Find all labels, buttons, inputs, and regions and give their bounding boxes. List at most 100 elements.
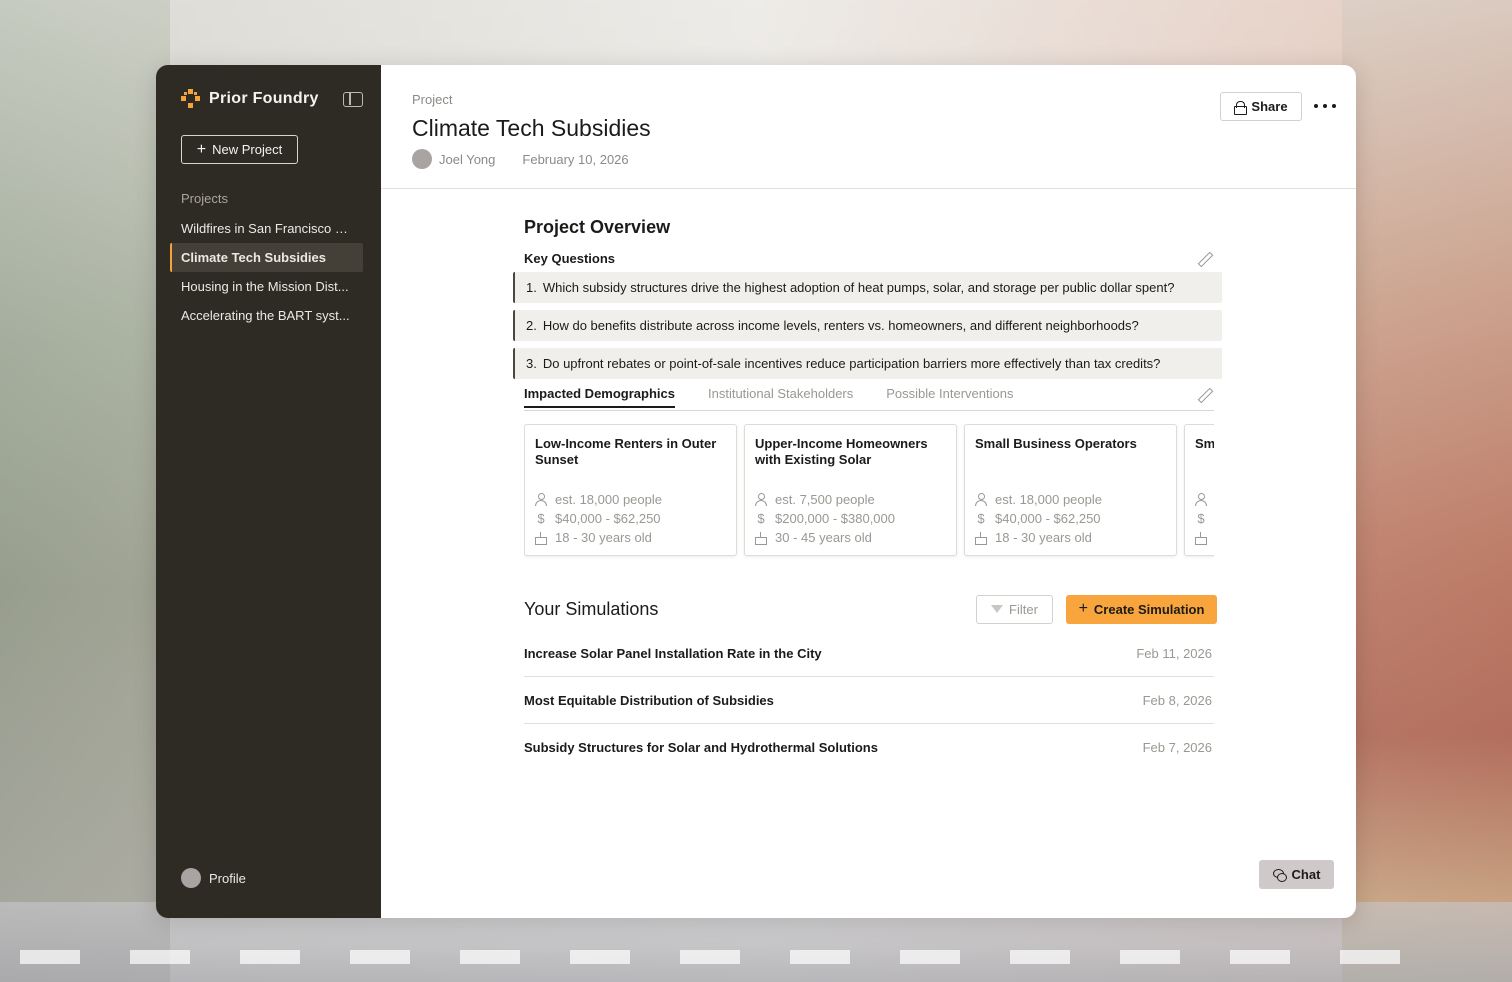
card-age: 18 - 30 years old: [995, 530, 1092, 545]
card-income: $40,000 - $62,250: [555, 511, 661, 526]
simulations-title: Your Simulations: [524, 598, 659, 619]
person-icon: [975, 493, 987, 506]
profile-label: Profile: [209, 870, 246, 886]
share-label: Share: [1251, 99, 1288, 114]
cake-icon: [535, 531, 547, 545]
simulation-date: Feb 11, 2026: [1136, 645, 1212, 661]
sidebar-toggle-icon[interactable]: [343, 92, 363, 107]
simulations-list: Increase Solar Panel Installation Rate i…: [524, 630, 1214, 771]
question-text: Which subsidy structures drive the highe…: [542, 280, 1175, 295]
brand[interactable]: Prior Foundry: [181, 89, 319, 109]
tab-institutional-stakeholders[interactable]: Institutional Stakeholders: [708, 386, 853, 407]
card-title: Upper-Income Homeowners with Existing So…: [755, 436, 928, 467]
demographic-card[interactable]: Small Business Operators est. 18,000 peo…: [964, 424, 1177, 556]
project-date: February 10, 2026: [522, 151, 629, 167]
tab-impacted-demographics[interactable]: Impacted Demographics: [524, 386, 675, 408]
question-text: Do upfront rebates or point-of-sale ince…: [542, 356, 1161, 371]
edit-questions-pencil-icon[interactable]: [1198, 252, 1212, 266]
card-age: 30 - 45 years old: [775, 530, 872, 545]
dollar-icon: $: [757, 511, 765, 526]
person-icon: [755, 493, 767, 506]
filter-button[interactable]: Filter: [976, 594, 1053, 624]
page-header: Project Climate Tech Subsidies Joel Yong…: [381, 65, 1356, 189]
card-population: est. 18,000 people: [995, 492, 1102, 507]
simulation-date: Feb 8, 2026: [1142, 692, 1212, 708]
question-item[interactable]: 3. Do upfront rebates or point-of-sale i…: [513, 348, 1222, 379]
background-left: [0, 0, 170, 982]
profile-link[interactable]: Profile: [181, 868, 246, 888]
card-population: est. 7,500 people: [775, 492, 875, 507]
share-button[interactable]: Share: [1220, 92, 1302, 121]
tab-possible-interventions[interactable]: Possible Interventions: [886, 386, 1013, 407]
person-icon: [1195, 493, 1207, 506]
sidebar-item-project[interactable]: Housing in the Mission Dist...: [170, 272, 363, 301]
cake-icon: [755, 531, 767, 545]
demographic-card[interactable]: Low-Income Renters in Outer Sunset est. …: [524, 424, 737, 556]
key-questions-list: 1. Which subsidy structures drive the hi…: [513, 272, 1222, 379]
question-item[interactable]: 1. Which subsidy structures drive the hi…: [513, 272, 1222, 303]
page-title: Climate Tech Subsidies: [412, 115, 651, 141]
overview-title: Project Overview: [524, 217, 671, 237]
list-item[interactable]: Subsidy Structures for Solar and Hydroth…: [524, 724, 1214, 771]
edit-tabs-pencil-icon[interactable]: [1198, 388, 1212, 402]
card-income: $40,000 - $62,250: [995, 511, 1101, 526]
breadcrumb[interactable]: Project: [412, 92, 452, 107]
card-title: Small Business Operators: [975, 436, 1137, 451]
project-content: Project Overview Key Questions 1. Which …: [513, 217, 1222, 771]
question-item[interactable]: 2. How do benefits distribute across inc…: [513, 310, 1222, 341]
new-project-button[interactable]: + New Project: [181, 135, 298, 164]
question-number: 3.: [526, 356, 537, 371]
list-item[interactable]: Most Equitable Distribution of Subsidies…: [524, 677, 1214, 724]
avatar: [181, 868, 201, 888]
create-simulation-label: Create Simulation: [1093, 601, 1205, 617]
project-meta: Joel Yong February 10, 2026: [412, 149, 629, 169]
chat-icon: [1272, 868, 1287, 882]
simulations-header: Your Simulations Filter + Create Simulat…: [524, 594, 1217, 624]
question-text: How do benefits distribute across income…: [542, 318, 1139, 333]
lock-icon: [1234, 100, 1248, 115]
simulation-name: Most Equitable Distribution of Subsidies: [524, 692, 774, 708]
sidebar-item-project-active[interactable]: Climate Tech Subsidies: [170, 243, 363, 272]
plus-icon: +: [1078, 600, 1088, 617]
card-population: est. 18,000 people: [555, 492, 662, 507]
sidebar-item-project[interactable]: Accelerating the BART syst...: [170, 301, 363, 330]
key-questions-label: Key Questions: [524, 251, 616, 266]
dollar-icon: $: [537, 511, 545, 526]
question-number: 1.: [526, 280, 537, 295]
simulation-date: Feb 7, 2026: [1142, 740, 1212, 755]
question-number: 2.: [526, 318, 537, 333]
demographic-card-partial[interactable]: Sm $: [1184, 424, 1214, 556]
new-project-label: New Project: [212, 142, 283, 157]
dollar-icon: $: [977, 511, 985, 526]
author-avatar: [412, 149, 432, 169]
sidebar: Prior Foundry + New Project Projects Wil…: [156, 65, 381, 918]
more-options-icon[interactable]: [1311, 95, 1339, 117]
project-list: Wildfires in San Francisco C... Climate …: [170, 214, 363, 330]
plus-icon: +: [196, 140, 207, 158]
overview-tabs: Impacted Demographics Institutional Stak…: [524, 386, 1214, 411]
demographic-cards-scroller[interactable]: Low-Income Renters in Outer Sunset est. …: [524, 424, 1214, 560]
filter-icon: [991, 605, 1004, 613]
cake-icon: [975, 531, 987, 545]
simulation-name: Subsidy Structures for Solar and Hydroth…: [524, 740, 878, 755]
sidebar-item-project[interactable]: Wildfires in San Francisco C...: [170, 214, 363, 243]
card-title: Sm: [1195, 436, 1214, 451]
card-title: Low-Income Renters in Outer Sunset: [535, 436, 717, 467]
prior-foundry-logo-icon: [181, 89, 201, 109]
brand-name: Prior Foundry: [209, 90, 319, 107]
demographic-card[interactable]: Upper-Income Homeowners with Existing So…: [744, 424, 957, 556]
card-age: 18 - 30 years old: [555, 530, 652, 545]
card-income: $200,000 - $380,000: [775, 511, 895, 526]
dollar-icon: $: [1197, 511, 1205, 526]
simulation-name: Increase Solar Panel Installation Rate i…: [524, 645, 822, 661]
author-name: Joel Yong: [439, 151, 496, 167]
list-item[interactable]: Increase Solar Panel Installation Rate i…: [524, 630, 1214, 677]
key-questions-header: Key Questions: [524, 251, 1214, 266]
app-window: Prior Foundry + New Project Projects Wil…: [156, 65, 1356, 918]
cake-icon: [1195, 531, 1207, 545]
chat-button[interactable]: Chat: [1259, 860, 1334, 889]
filter-label: Filter: [1009, 601, 1038, 617]
chat-label: Chat: [1291, 867, 1321, 882]
person-icon: [535, 493, 547, 506]
create-simulation-button[interactable]: + Create Simulation: [1066, 594, 1217, 624]
